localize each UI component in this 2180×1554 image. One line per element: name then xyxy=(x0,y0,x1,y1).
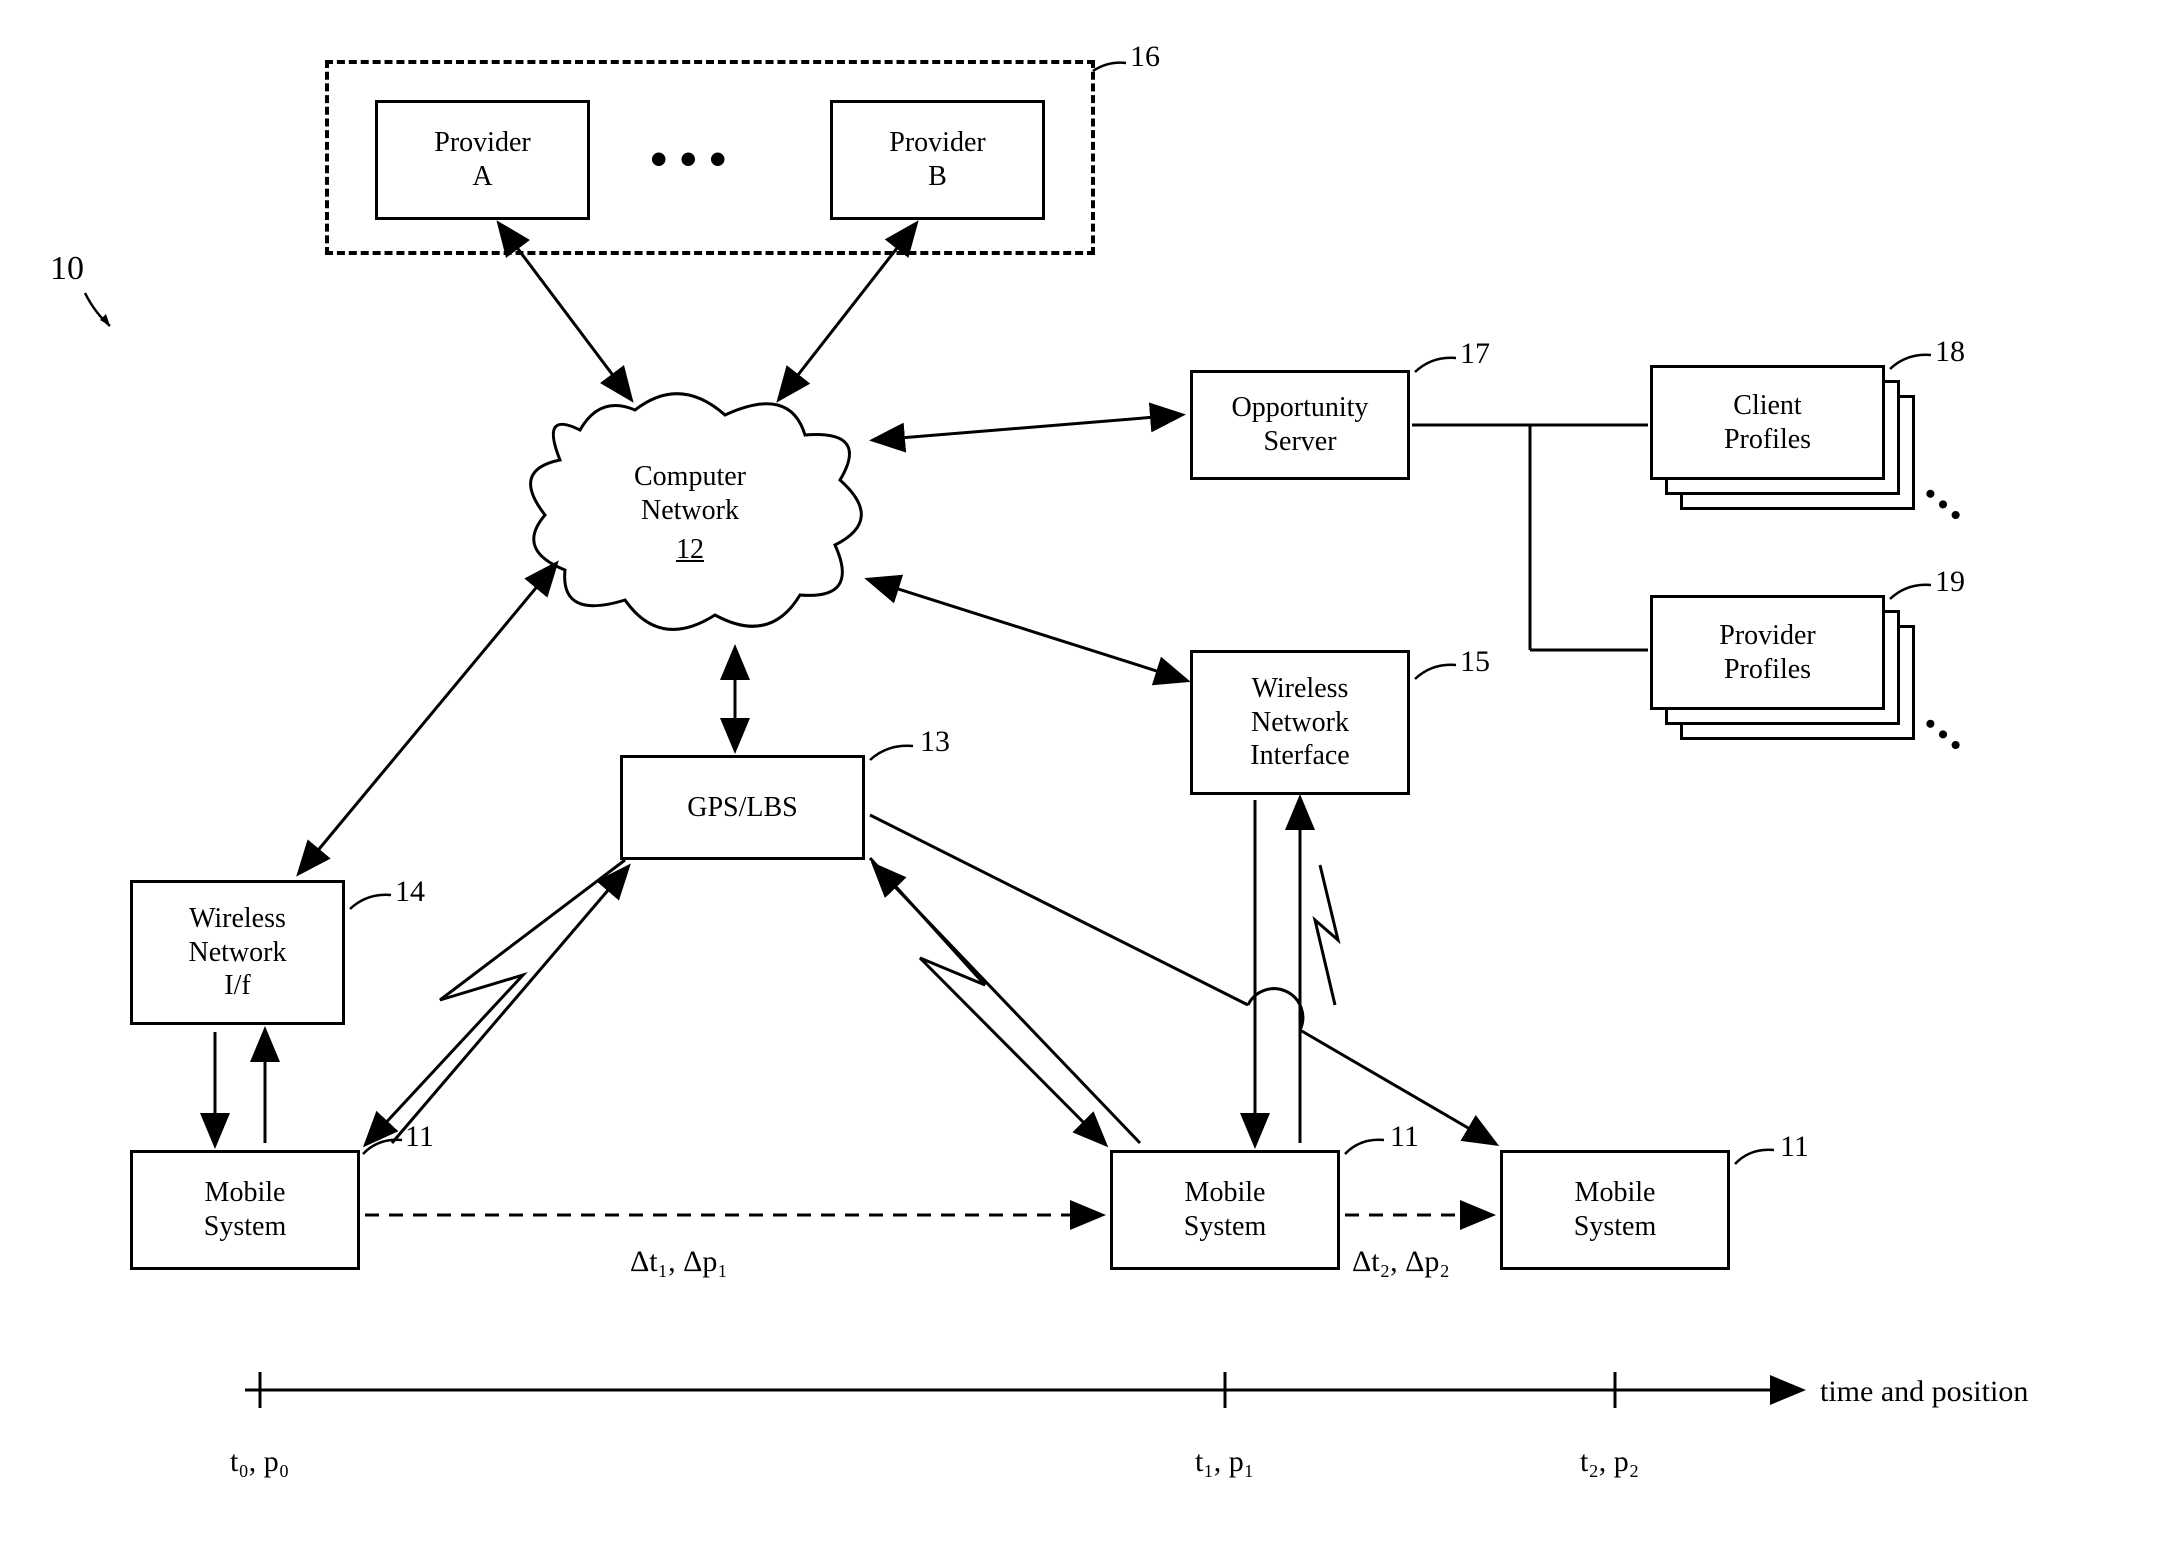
ms2-line2: System xyxy=(1184,1210,1266,1244)
client-profiles-dots: ••• xyxy=(1915,478,1975,536)
provider-profiles-box: Provider Profiles xyxy=(1650,595,1885,710)
gps-lbs-label: GPS/LBS xyxy=(687,791,798,825)
tick1-label: t₁, p₁ xyxy=(1195,1445,1254,1478)
delta1-label: Δt₁, Δp₁ xyxy=(630,1245,728,1278)
wireless-if-right-box: Wireless Network Interface xyxy=(1190,650,1410,795)
wif-left-line1: Wireless xyxy=(189,902,287,936)
ref-14-curve xyxy=(345,887,398,922)
opportunity-server-box: Opportunity Server xyxy=(1190,370,1410,480)
ref-16-curve xyxy=(1088,53,1133,88)
ms3-line1: Mobile xyxy=(1574,1176,1656,1210)
cloud-line2: Network xyxy=(610,494,770,528)
provider-b-line2: B xyxy=(889,160,985,194)
provider-b-line1: Provider xyxy=(889,126,985,160)
figure-number-label: 10 xyxy=(50,250,84,287)
ms2-line1: Mobile xyxy=(1184,1176,1266,1210)
gps-lbs-box: GPS/LBS xyxy=(620,755,865,860)
mobile-system-1-ref: 11 xyxy=(405,1120,434,1153)
tick0-label: t₀, p₀ xyxy=(230,1445,289,1478)
ref-11c-curve xyxy=(1730,1142,1780,1177)
wireless-if-right-ref: 15 xyxy=(1460,645,1490,678)
ref-11a-curve xyxy=(358,1132,408,1167)
figure-number-arrow xyxy=(80,288,140,348)
timeline-label: time and position xyxy=(1820,1375,2028,1408)
ref-17-curve xyxy=(1410,350,1463,385)
mobile-system-2-ref: 11 xyxy=(1390,1120,1419,1153)
wif-right-line1: Wireless xyxy=(1250,672,1349,706)
ref-19-curve xyxy=(1885,577,1938,612)
cloud-ref: 12 xyxy=(610,533,770,567)
ms1-line1: Mobile xyxy=(204,1176,286,1210)
provider-profiles-line2: Profiles xyxy=(1719,653,1815,687)
mobile-system-2-box: Mobile System xyxy=(1110,1150,1340,1270)
tick2-label: t₂, p₂ xyxy=(1580,1445,1639,1478)
wif-left-line3: I/f xyxy=(189,969,287,1003)
wireless-if-left-ref: 14 xyxy=(395,875,425,908)
providers-container-ref: 16 xyxy=(1130,40,1160,73)
provider-profiles-line1: Provider xyxy=(1719,619,1815,653)
gps-lbs-ref: 13 xyxy=(920,725,950,758)
mobile-system-3-ref: 11 xyxy=(1780,1130,1809,1163)
opp-server-line2: Server xyxy=(1232,425,1369,459)
ref-11b-curve xyxy=(1340,1132,1390,1167)
client-profiles-ref: 18 xyxy=(1935,335,1965,368)
ms3-line2: System xyxy=(1574,1210,1656,1244)
client-profiles-line1: Client xyxy=(1724,389,1811,423)
mobile-system-3-box: Mobile System xyxy=(1500,1150,1730,1270)
ref-13-curve xyxy=(865,738,920,773)
delta2-label: Δt₂, Δp₂ xyxy=(1352,1245,1450,1278)
cloud-label: Computer Network 12 xyxy=(610,460,770,567)
provider-a-line1: Provider xyxy=(434,126,530,160)
client-profiles-line2: Profiles xyxy=(1724,423,1811,457)
wireless-if-left-box: Wireless Network I/f xyxy=(130,880,345,1025)
ref-18-curve xyxy=(1885,347,1938,382)
wif-right-line2: Network xyxy=(1250,706,1349,740)
provider-profiles-ref: 19 xyxy=(1935,565,1965,598)
provider-b-box: Provider B xyxy=(830,100,1045,220)
cloud-line1: Computer xyxy=(610,460,770,494)
provider-a-box: Provider A xyxy=(375,100,590,220)
opportunity-server-ref: 17 xyxy=(1460,337,1490,370)
ref-15-curve xyxy=(1410,657,1463,692)
client-profiles-box: Client Profiles xyxy=(1650,365,1885,480)
mobile-system-1-box: Mobile System xyxy=(130,1150,360,1270)
wif-left-line2: Network xyxy=(189,936,287,970)
provider-profiles-dots: ••• xyxy=(1915,708,1975,766)
providers-ellipsis: ••• xyxy=(650,130,739,188)
ms1-line2: System xyxy=(204,1210,286,1244)
opp-server-line1: Opportunity xyxy=(1232,391,1369,425)
provider-a-line2: A xyxy=(434,160,530,194)
wif-right-line3: Interface xyxy=(1250,739,1349,773)
